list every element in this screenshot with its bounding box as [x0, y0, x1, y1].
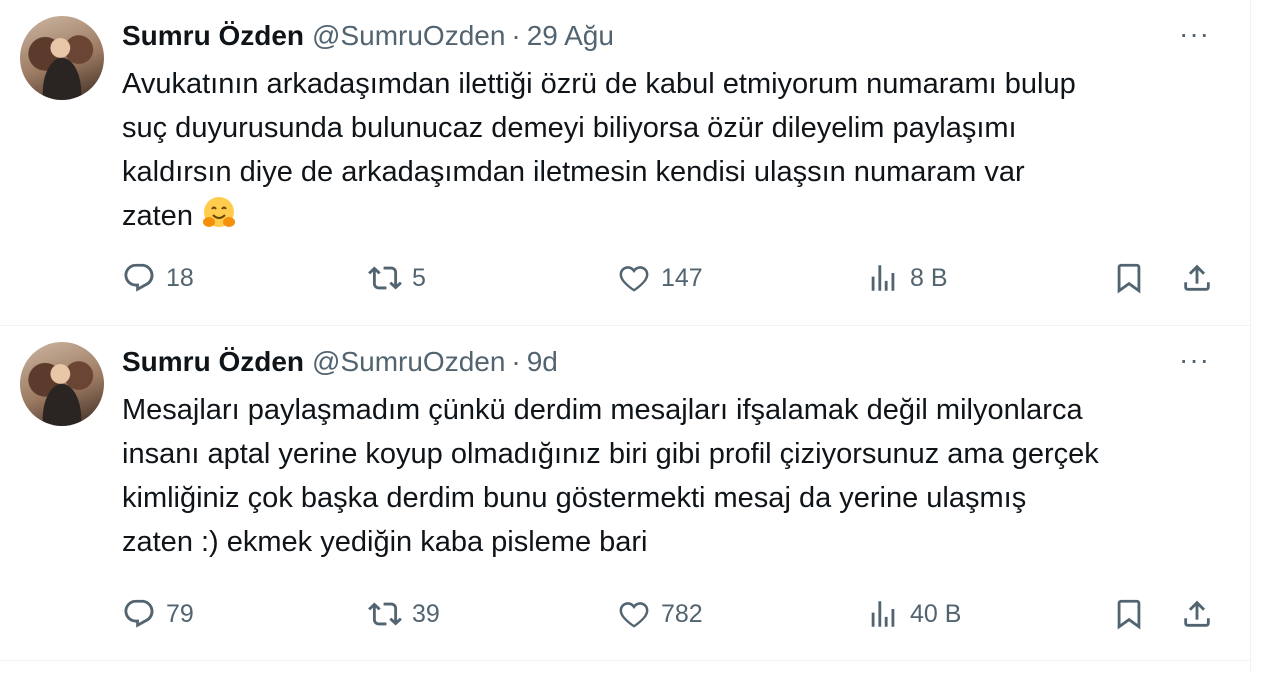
- author-handle[interactable]: @SumruOzden: [312, 346, 505, 378]
- reply-icon: [124, 263, 154, 292]
- timestamp[interactable]: 29 Ağu: [527, 20, 614, 52]
- author-name[interactable]: Sumru Özden: [122, 346, 304, 378]
- like-count: 147: [661, 263, 703, 292]
- separator: ·: [511, 20, 521, 51]
- reply-button[interactable]: 18: [122, 256, 194, 300]
- views-button[interactable]: 40 B: [866, 592, 961, 636]
- reply-icon: [124, 599, 154, 628]
- tweet-actions: 79 39 782 40 B: [122, 592, 1222, 636]
- timeline: Sumru Özden @SumruOzden · 29 Ağu ··· Avu…: [0, 0, 1251, 673]
- tweet-header: Sumru Özden @SumruOzden · 9d: [122, 344, 558, 380]
- views-count: 40 B: [910, 599, 962, 628]
- more-options-button[interactable]: ···: [1179, 20, 1210, 48]
- views-count: 8 B: [910, 263, 948, 292]
- share-icon: [1184, 600, 1210, 627]
- tweet-header: Sumru Özden @SumruOzden · 29 Ağu: [122, 18, 614, 54]
- views-button[interactable]: 8 B: [866, 256, 948, 300]
- like-count: 782: [661, 599, 703, 628]
- share-button[interactable]: [1180, 592, 1214, 636]
- avatar[interactable]: [20, 342, 104, 426]
- tweet-text: Mesajları paylaşmadım çünkü derdim mesaj…: [122, 394, 1099, 558]
- tweet-text-content: Avukatının arkadaşımdan ilettiği özrü de…: [122, 68, 1076, 232]
- avatar[interactable]: [20, 16, 104, 100]
- heart-icon: [619, 602, 649, 628]
- heart-icon: [619, 266, 649, 292]
- tweet-text: Avukatının arkadaşımdan ilettiği özrü de…: [122, 62, 1202, 238]
- reply-count: 79: [166, 599, 194, 628]
- tweet[interactable]: Sumru Özden @SumruOzden · 29 Ağu ··· Avu…: [0, 0, 1250, 326]
- views-icon: [871, 601, 895, 627]
- hugging-face-emoji: [203, 197, 236, 227]
- like-button[interactable]: 147: [617, 256, 703, 300]
- repost-button[interactable]: 39: [368, 592, 440, 636]
- repost-button[interactable]: 5: [368, 256, 426, 300]
- reply-button[interactable]: 79: [122, 592, 194, 636]
- repost-count: 5: [412, 263, 426, 292]
- repost-icon: [368, 602, 402, 626]
- share-icon: [1184, 264, 1210, 291]
- tweet[interactable]: Sumru Özden @SumruOzden · 9d ··· Mesajla…: [0, 326, 1250, 661]
- bookmark-button[interactable]: [1112, 256, 1146, 300]
- share-button[interactable]: [1180, 256, 1214, 300]
- like-button[interactable]: 782: [617, 592, 703, 636]
- author-name[interactable]: Sumru Özden: [122, 20, 304, 52]
- tweet-actions: 18 5 147 8 B: [122, 256, 1222, 300]
- bookmark-icon: [1117, 263, 1141, 294]
- repost-icon: [368, 266, 402, 290]
- views-icon: [871, 265, 895, 291]
- repost-count: 39: [412, 599, 440, 628]
- bookmark-button[interactable]: [1112, 592, 1146, 636]
- separator: ·: [511, 346, 521, 377]
- author-handle[interactable]: @SumruOzden: [312, 20, 505, 52]
- bookmark-icon: [1117, 599, 1141, 630]
- more-options-button[interactable]: ···: [1179, 346, 1210, 374]
- reply-count: 18: [166, 263, 194, 292]
- timestamp[interactable]: 9d: [527, 346, 558, 378]
